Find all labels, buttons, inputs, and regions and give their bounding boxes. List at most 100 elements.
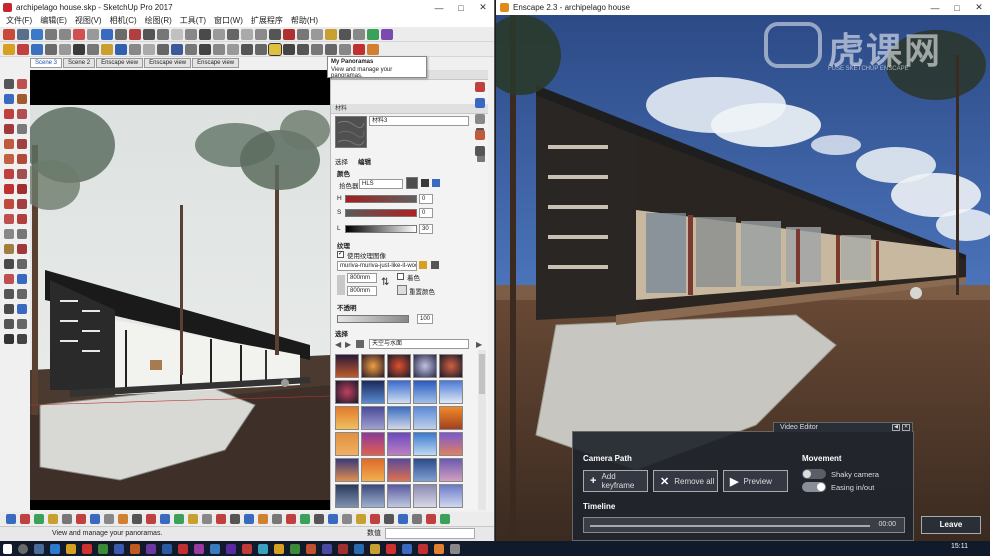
texture-file-field[interactable]: muriva-muriva-just-like-it-wood [337,261,417,271]
material-thumb[interactable] [439,354,463,378]
toolbar-button[interactable] [199,43,211,55]
menu-camera[interactable]: 相机(C) [106,15,141,27]
material-thumb[interactable] [387,380,411,404]
taskbar-app-icon[interactable] [370,543,380,554]
zoom-window-icon[interactable] [16,288,27,299]
back-icon[interactable]: ◀ [335,340,341,349]
toolbar-button[interactable] [339,43,351,55]
tool-icon[interactable] [230,514,240,524]
my-panoramas-button[interactable] [268,42,282,56]
position-camera-icon[interactable] [3,333,14,344]
footprints-icon[interactable] [16,333,27,344]
taskbar-app-icon[interactable] [450,543,460,554]
toolbar-button[interactable] [213,43,225,55]
add-keyframe-button[interactable]: + Add keyframe [583,470,648,492]
orbit-icon[interactable] [3,273,14,284]
material-thumb[interactable] [335,484,359,508]
zoom-icon[interactable] [3,288,14,299]
toolbar-button[interactable] [143,28,155,40]
match-color-icon[interactable] [421,179,429,187]
toolbar-button[interactable] [101,28,113,40]
taskbar-app-icon[interactable] [274,543,284,554]
link-icon[interactable]: ⇅ [381,277,389,288]
timeline-bar[interactable]: 00:00 [583,517,905,533]
zoom-extents-icon[interactable] [3,303,14,314]
taskbar-app-icon[interactable] [402,543,412,554]
preview-button[interactable]: ▶ Preview [723,470,788,492]
system-clock[interactable]: 15:11 [951,543,968,550]
home-icon[interactable] [356,340,364,348]
section-plane-icon[interactable] [16,258,27,269]
material-thumb[interactable] [387,432,411,456]
eraser-icon[interactable] [16,78,27,89]
toolbar-button[interactable] [115,28,127,40]
material-thumb[interactable] [387,458,411,482]
walk-icon[interactable] [3,318,14,329]
text-icon[interactable] [16,228,27,239]
tab-select[interactable]: 选择 [335,156,348,166]
material-thumb[interactable] [439,406,463,430]
follow-me-icon[interactable] [16,198,27,209]
toolbar-button[interactable] [129,43,141,55]
tool-icon[interactable] [76,514,86,524]
toolbar-button[interactable] [339,28,351,40]
toolbar-button[interactable] [185,43,197,55]
scene-tab[interactable]: Enscape view [192,58,240,68]
toolbar-button[interactable] [31,43,43,55]
colorize-checkbox[interactable] [397,273,404,280]
toolbar-button[interactable] [59,28,71,40]
tool-icon[interactable] [16,153,27,164]
taskbar-app-icon[interactable] [322,543,332,554]
material-thumb[interactable] [387,354,411,378]
tool-icon[interactable] [412,514,422,524]
tool-icon[interactable] [132,514,142,524]
material-thumb[interactable] [361,432,385,456]
toolbar-button[interactable] [311,28,323,40]
taskbar-app-icon[interactable] [50,543,60,554]
timeline-track[interactable] [590,525,870,527]
tool-icon[interactable] [475,98,485,108]
l-slider[interactable] [345,225,417,233]
match-screen-color-icon[interactable] [432,179,440,187]
tool-icon[interactable] [356,514,366,524]
tool-icon[interactable] [202,514,212,524]
material-thumb[interactable] [439,380,463,404]
toolbar-button[interactable] [381,28,393,40]
taskbar-app-icon[interactable] [82,543,92,554]
circle-icon[interactable] [3,138,14,149]
scrollbar-thumb[interactable] [479,354,485,394]
toolbar-button[interactable] [59,43,71,55]
tool-icon[interactable] [475,82,485,92]
toolbar-button[interactable] [283,43,295,55]
offset-icon[interactable] [16,213,27,224]
tool-icon[interactable] [16,108,27,119]
material-thumb[interactable] [361,354,385,378]
h-slider[interactable] [345,195,417,203]
tool-icon[interactable] [34,514,44,524]
taskbar-app-icon[interactable] [242,543,252,554]
toolbar-button[interactable] [87,28,99,40]
tool-icon[interactable] [328,514,338,524]
sketchup-viewport[interactable] [30,70,330,510]
details-arrow-icon[interactable]: ▶ [476,340,482,349]
toolbar-button[interactable] [227,28,239,40]
rectangle-icon[interactable] [3,123,14,134]
close-icon[interactable]: ✕ [472,0,494,15]
taskbar-app-icon[interactable] [338,543,348,554]
leave-button[interactable]: Leave [921,516,981,534]
toolbar-button[interactable] [353,43,365,55]
toolbar-button[interactable] [353,28,365,40]
tool-icon[interactable] [188,514,198,524]
tool-icon[interactable] [272,514,282,524]
tool-icon[interactable] [384,514,394,524]
toolbar-button[interactable] [297,28,309,40]
material-thumb[interactable] [335,406,359,430]
s-slider[interactable] [345,209,417,217]
toolbar-button[interactable] [129,28,141,40]
menu-file[interactable]: 文件(F) [2,15,36,27]
toolbar-button[interactable] [45,43,57,55]
toolbar-button[interactable] [297,43,309,55]
taskbar-app-icon[interactable] [386,543,396,554]
toolbar-button[interactable] [3,43,15,55]
toolbar-button[interactable] [367,28,379,40]
